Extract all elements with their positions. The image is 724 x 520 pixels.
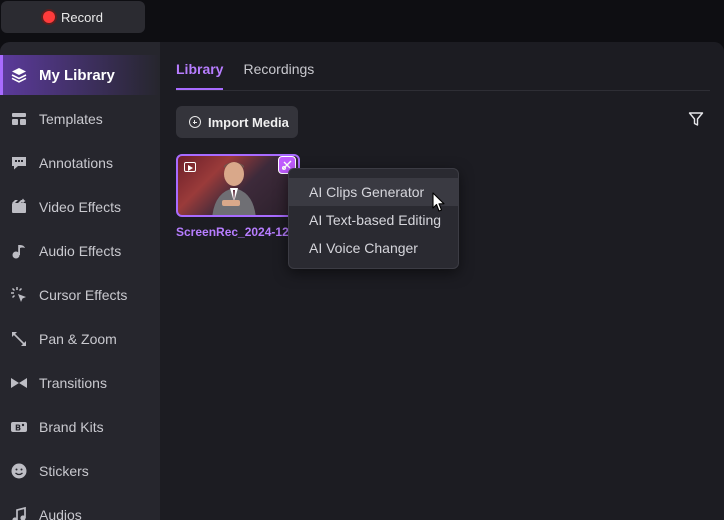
template-icon [10,110,28,128]
sidebar-item-label: Cursor Effects [39,287,128,303]
brand-kit-icon: B [10,418,28,436]
sidebar-item-my-library[interactable]: My Library [0,55,160,95]
transition-icon [10,374,28,392]
sidebar-item-transitions[interactable]: Transitions [0,363,160,403]
music-note-icon [10,242,28,260]
sidebar-item-audios[interactable]: Audios [0,495,160,520]
sidebar-item-pan-zoom[interactable]: Pan & Zoom [0,319,160,359]
cursor-click-icon [10,286,28,304]
media-filename: ScreenRec_2024-12 [176,225,289,239]
sidebar-item-label: Video Effects [39,199,121,215]
video-type-icon [184,162,196,172]
menu-item-ai-voice-changer[interactable]: AI Voice Changer [289,234,458,262]
ai-context-menu: AI Clips Generator AI Text-based Editing… [288,168,459,269]
plus-circle-icon [189,116,201,128]
record-dot-icon [43,11,56,23]
tab-bar: Library Recordings [176,60,314,90]
sidebar-item-video-effects[interactable]: Video Effects [0,187,160,227]
top-bar: Record [0,0,724,42]
app-window: My Library Templates Annotations Video E… [0,42,724,520]
sticker-icon [10,462,28,480]
sidebar-item-label: Brand Kits [39,419,104,435]
mouse-pointer-icon [432,192,445,212]
main-panel: Library Recordings Import Media ScreenRe… [160,42,724,520]
sidebar-item-label: Audio Effects [39,243,122,259]
record-button[interactable]: Record [1,1,145,33]
sidebar-item-brand-kits[interactable]: B Brand Kits [0,407,160,447]
tab-library[interactable]: Library [176,60,224,90]
sidebar-item-label: Annotations [39,155,113,171]
tab-recordings[interactable]: Recordings [243,60,314,90]
sidebar: My Library Templates Annotations Video E… [0,42,160,520]
sidebar-item-annotations[interactable]: Annotations [0,143,160,183]
sidebar-item-cursor-effects[interactable]: Cursor Effects [0,275,160,315]
sidebar-item-stickers[interactable]: Stickers [0,451,160,491]
sidebar-item-label: Templates [39,111,103,127]
import-media-button[interactable]: Import Media [176,106,298,138]
sidebar-item-label: Audios [39,507,82,520]
tab-divider [176,90,710,91]
video-frame-image [212,162,256,215]
video-effects-icon [10,198,28,216]
pan-zoom-icon [10,330,28,348]
sidebar-item-label: Pan & Zoom [39,331,117,347]
audio-icon [10,506,28,520]
svg-text:B: B [15,423,21,432]
import-media-label: Import Media [208,114,289,130]
sidebar-item-label: Stickers [39,463,89,479]
sidebar-item-label: Transitions [39,375,107,391]
sidebar-item-audio-effects[interactable]: Audio Effects [0,231,160,271]
sidebar-item-label: My Library [39,66,115,84]
filter-icon[interactable] [688,111,704,127]
sidebar-item-templates[interactable]: Templates [0,99,160,139]
annotation-icon [10,154,28,172]
record-label: Record [61,9,103,25]
layers-icon [10,66,28,84]
